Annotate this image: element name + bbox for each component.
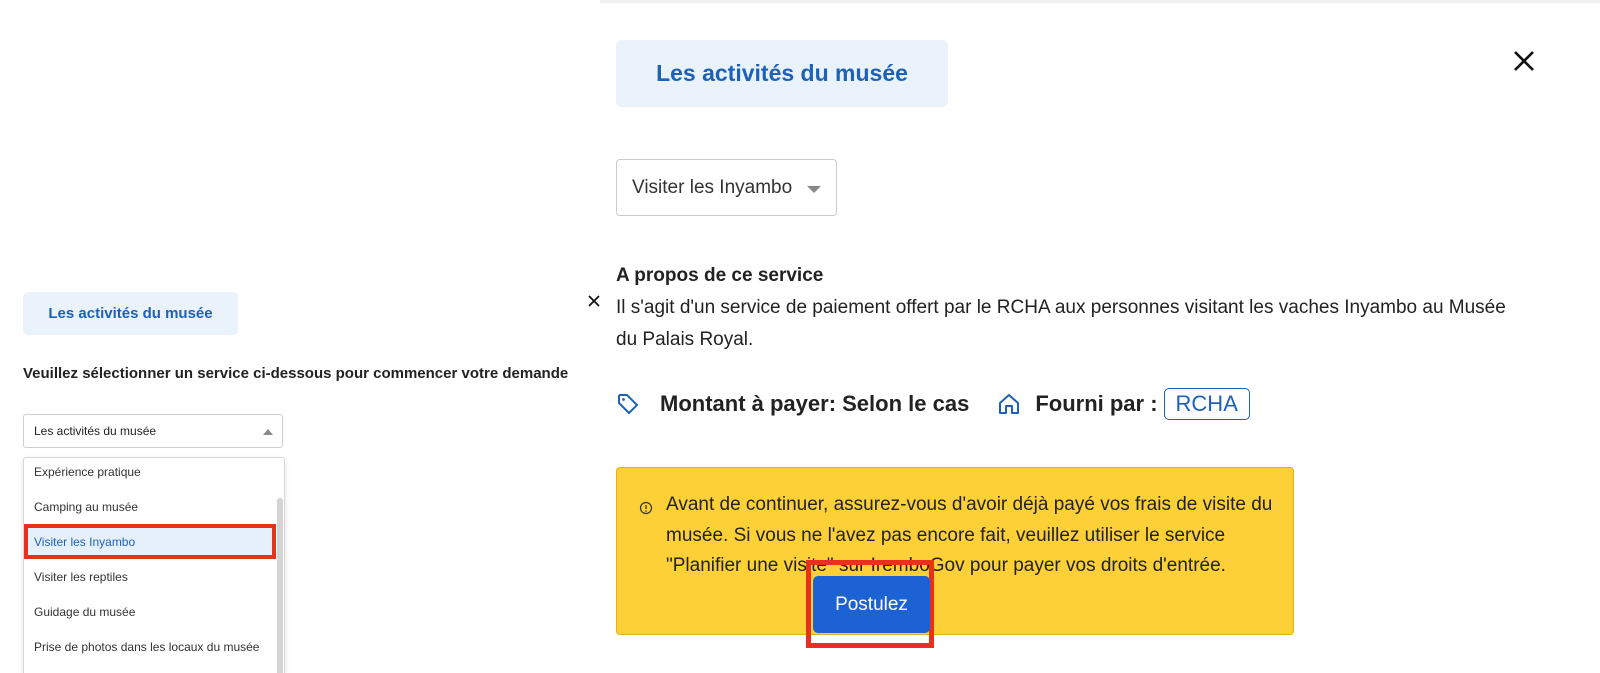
about-description: Il s'agit d'un service de paiement offer… bbox=[616, 297, 1506, 350]
service-meta: Montant à payer: Selon le cas Fourni par… bbox=[616, 386, 1250, 422]
left-background bbox=[0, 0, 602, 287]
dropdown-option[interactable]: Visiter les reptiles bbox=[24, 559, 276, 594]
service-select[interactable]: Visiter les Inyambo bbox=[616, 159, 837, 216]
dropdown-option[interactable]: Expérience pratique bbox=[24, 458, 276, 489]
instruction-text: Veuillez sélectionner un service ci-dess… bbox=[23, 365, 569, 382]
dropdown-scrollbar[interactable] bbox=[277, 498, 283, 673]
category-select-value: Les activités du musée bbox=[34, 424, 157, 438]
page-title: Les activités du musée bbox=[616, 40, 948, 107]
service-selection-panel: Les activités du musée Veuillez sélectio… bbox=[4, 287, 600, 673]
service-detail-panel: Les activités du musée Visiter les Inyam… bbox=[600, 0, 1600, 673]
info-icon bbox=[639, 501, 653, 515]
service-select-value: Visiter les Inyambo bbox=[632, 176, 793, 198]
dropdown-option[interactable]: Prise de photos dans les locaux du musée bbox=[24, 629, 276, 664]
dropdown-option[interactable]: Camping au musée bbox=[24, 489, 276, 524]
notice-text: Avant de continuer, assurez-vous d'avoir… bbox=[666, 494, 1273, 576]
chevron-up-icon bbox=[263, 429, 273, 435]
close-icon[interactable] bbox=[1511, 48, 1537, 74]
small-panel-title: Les activités du musée bbox=[23, 292, 238, 335]
dropdown-option[interactable]: Guidage du musée bbox=[24, 594, 276, 629]
chevron-down-icon bbox=[807, 186, 821, 193]
apply-button[interactable]: Postulez bbox=[813, 576, 930, 633]
home-icon bbox=[999, 394, 1020, 414]
amount-label: Montant à payer: Selon le cas bbox=[660, 391, 970, 416]
provider-label: Fourni par : bbox=[1035, 391, 1158, 416]
about-title: A propos de ce service bbox=[616, 265, 824, 286]
service-dropdown-list: Expérience pratique Camping au musée Vis… bbox=[23, 457, 285, 673]
category-select[interactable]: Les activités du musée bbox=[23, 414, 283, 448]
dropdown-option-selected[interactable]: Visiter les Inyambo bbox=[24, 524, 276, 559]
provider-badge: RCHA bbox=[1163, 388, 1250, 420]
tag-icon bbox=[618, 394, 638, 414]
payment-notice: Avant de continuer, assurez-vous d'avoir… bbox=[616, 467, 1294, 635]
